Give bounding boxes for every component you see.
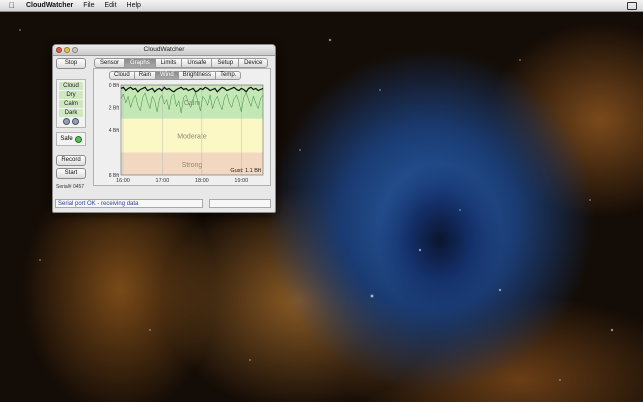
subtab-cloud[interactable]: Cloud	[109, 71, 135, 80]
zone-label: Strong	[182, 162, 203, 169]
spaces-icon[interactable]	[627, 1, 637, 10]
tab-sensor[interactable]: Sensor	[94, 58, 126, 68]
menu-bar:  CloudWatcher File Edit Help	[0, 0, 643, 12]
status-dark: Dark	[59, 109, 83, 117]
window-title: CloudWatcher	[143, 46, 185, 53]
zone-label: Moderate	[177, 134, 207, 141]
close-icon[interactable]	[56, 47, 62, 53]
control-column: Stop Cloud Dry Calm Dark Safe Record Sta…	[56, 58, 86, 190]
menu-help[interactable]: Help	[127, 2, 141, 9]
subtab-brightness[interactable]: Brightness	[177, 71, 217, 80]
tab-graphs[interactable]: Graphs	[124, 58, 156, 68]
tab-device[interactable]: Device	[238, 58, 269, 68]
y-tick-label: 8 Bft	[109, 173, 120, 179]
stop-button[interactable]: Stop	[56, 58, 86, 69]
menu-file[interactable]: File	[83, 2, 94, 9]
record-group: Record Start	[56, 155, 86, 179]
subtab-rain[interactable]: Rain	[133, 71, 157, 80]
tab-unsafe[interactable]: Unsafe	[181, 58, 213, 68]
cloudwatcher-window: CloudWatcher Stop Cloud Dry Calm Dark Sa…	[52, 44, 276, 213]
y-tick-label: 4 Bft	[109, 128, 120, 134]
record-button[interactable]: Record	[56, 155, 86, 166]
y-tick-label: 0 Bft	[109, 83, 120, 89]
serial-number: Serial# 0457	[56, 184, 85, 190]
window-titlebar[interactable]: CloudWatcher	[53, 45, 275, 56]
tab-setup[interactable]: Setup	[211, 58, 240, 68]
start-button[interactable]: Start	[56, 168, 86, 179]
y-tick-label: 2 Bft	[109, 106, 120, 112]
indicator-dot-icon	[63, 118, 70, 125]
subtab-temp[interactable]: Temp.	[215, 71, 242, 80]
status-field	[209, 199, 271, 208]
tab-limits[interactable]: Limits	[154, 58, 183, 68]
safe-indicator: Safe	[56, 132, 86, 146]
x-tick-label: 17:00	[156, 178, 170, 183]
x-tick-label: 19:00	[234, 178, 248, 183]
wind-chart: Calm Moderate Strong 16:00 17:00 18:00 19:00 0 …	[99, 81, 267, 184]
status-cloud: Cloud	[59, 82, 83, 90]
minimize-icon[interactable]	[64, 47, 70, 53]
status-message: Serial port OK - receiving data	[55, 199, 203, 208]
conditions-box: Cloud Dry Calm Dark	[56, 79, 86, 128]
menu-app-name[interactable]: CloudWatcher	[26, 2, 73, 9]
safe-label: Safe	[60, 136, 73, 142]
gust-label: Gust: 1.1 Bft	[230, 168, 261, 174]
x-tick-label: 18:00	[195, 178, 209, 183]
main-tabs: Sensor Graphs Limits Unsafe Setup Device	[94, 58, 269, 68]
indicator-dot-icon	[72, 118, 79, 125]
zoom-icon[interactable]	[72, 47, 78, 53]
status-calm: Calm	[59, 100, 83, 108]
graph-tabs: Cloud Rain Wind Brightness Temp.	[109, 71, 242, 80]
safe-light-icon	[74, 135, 82, 143]
status-dry: Dry	[59, 91, 83, 99]
apple-icon[interactable]: 	[9, 1, 18, 10]
subtab-wind[interactable]: Wind	[155, 71, 179, 80]
menu-edit[interactable]: Edit	[104, 2, 116, 9]
